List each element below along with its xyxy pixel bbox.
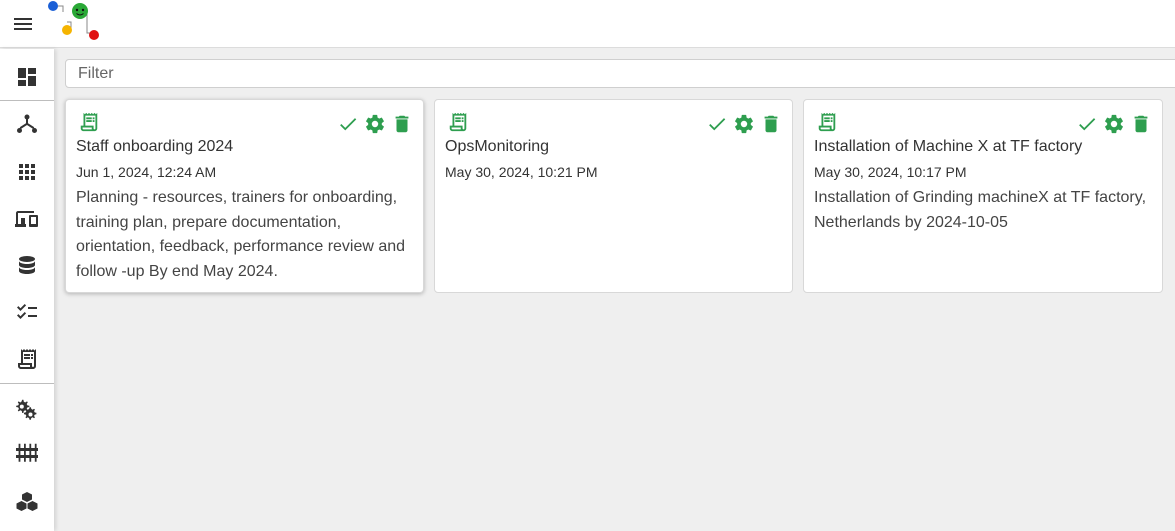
tune-sliders-icon	[16, 443, 38, 462]
app-logo-icon[interactable]	[45, 0, 105, 45]
sidebar-item-devices[interactable]	[0, 199, 54, 239]
filter-field[interactable]	[65, 59, 1175, 88]
card-date: May 30, 2024, 10:17 PM	[814, 164, 967, 180]
receipt-icon	[816, 111, 838, 133]
card-title: Staff onboarding 2024	[76, 138, 234, 155]
sidebar-item-checklist[interactable]	[0, 292, 54, 332]
apps-grid-icon	[19, 164, 35, 180]
devices-icon	[15, 211, 38, 227]
sidebar-item-apps[interactable]	[0, 152, 54, 192]
check-icon[interactable]	[336, 112, 359, 135]
sidebar-item-settings[interactable]	[0, 391, 54, 431]
settings-gears-icon	[16, 399, 37, 420]
card-actions	[1075, 112, 1152, 135]
hub-icon	[17, 114, 37, 133]
card-description: Planning - resources, trainers for onboa…	[76, 189, 406, 280]
receipt-icon	[18, 349, 36, 369]
project-card[interactable]: Installation of Machine X at TF factory …	[803, 99, 1163, 293]
top-bar	[0, 0, 1175, 48]
checklist-icon	[17, 304, 37, 319]
gear-icon[interactable]	[1102, 112, 1125, 135]
filter-input[interactable]	[66, 60, 1175, 87]
card-date: Jun 1, 2024, 12:24 AM	[76, 164, 217, 180]
dashboard-icon	[18, 68, 36, 86]
sidebar	[0, 49, 54, 531]
sidebar-item-hub[interactable]	[0, 105, 54, 145]
database-icon	[19, 256, 35, 274]
sidebar-item-cubes[interactable]	[0, 482, 54, 522]
gear-icon[interactable]	[363, 112, 386, 135]
sidebar-item-receipt[interactable]	[0, 339, 54, 379]
cubes-icon	[16, 492, 38, 511]
trash-icon[interactable]	[390, 112, 413, 135]
sidebar-item-database[interactable]	[0, 246, 54, 286]
hamburger-menu-icon[interactable]	[11, 12, 35, 36]
card-actions	[336, 112, 413, 135]
card-description: Installation of Grinding machineX at TF …	[814, 189, 1147, 231]
check-icon[interactable]	[705, 112, 728, 135]
sidebar-item-dashboard[interactable]	[0, 57, 54, 97]
receipt-icon	[78, 111, 100, 133]
sidebar-divider	[0, 383, 54, 384]
card-actions	[705, 112, 782, 135]
card-date: May 30, 2024, 10:21 PM	[445, 164, 598, 180]
trash-icon[interactable]	[1129, 112, 1152, 135]
card-title: OpsMonitoring	[445, 138, 550, 155]
check-icon[interactable]	[1075, 112, 1098, 135]
project-card[interactable]: OpsMonitoring May 30, 2024, 10:21 PM	[434, 99, 793, 293]
card-title: Installation of Machine X at TF factory	[814, 138, 1083, 155]
sidebar-item-tune[interactable]	[0, 433, 54, 473]
trash-icon[interactable]	[759, 112, 782, 135]
sidebar-divider	[0, 100, 54, 101]
project-card[interactable]: Staff onboarding 2024 Jun 1, 2024, 12:24…	[65, 99, 424, 293]
gear-icon[interactable]	[732, 112, 755, 135]
receipt-icon	[447, 111, 469, 133]
